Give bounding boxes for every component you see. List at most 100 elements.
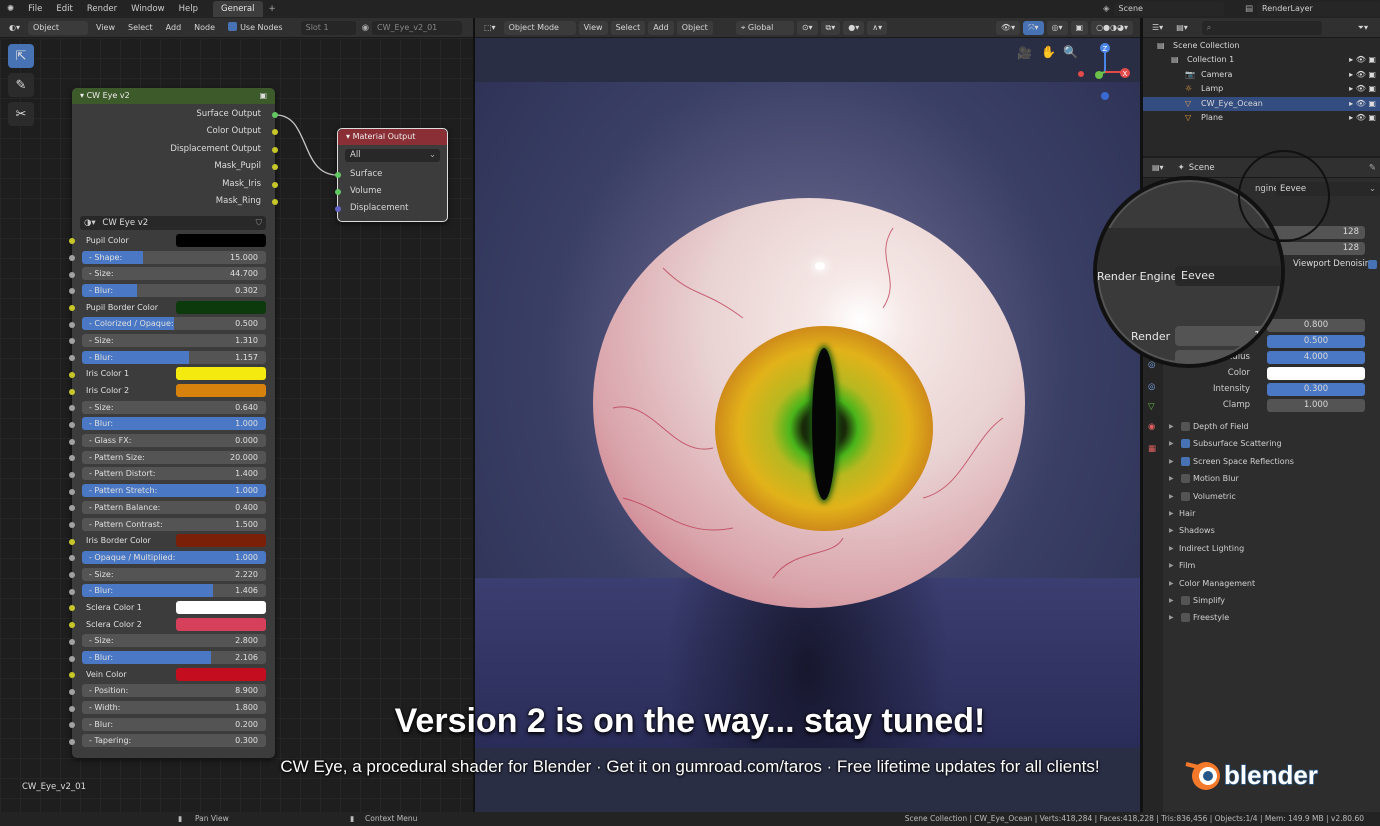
material-output-node[interactable]: ▾ Material Output All ⌄ Surface Volume D… — [335, 128, 448, 222]
panel-header[interactable]: ▶ Motion Blur — [1143, 470, 1380, 487]
input-socket[interactable] — [69, 572, 75, 579]
input-socket[interactable] — [69, 655, 75, 662]
input-socket[interactable] — [69, 605, 75, 612]
expand-triangle-icon[interactable]: ▶ — [1169, 470, 1174, 487]
value-slider[interactable]: - Colorized / Opaque: 0.500 — [82, 317, 266, 331]
input-socket[interactable] — [69, 388, 75, 395]
vp-menu-object[interactable]: Object — [676, 20, 713, 35]
input-socket[interactable] — [69, 488, 75, 495]
input-socket[interactable] — [69, 455, 75, 462]
input-socket[interactable] — [69, 672, 75, 679]
expand-triangle-icon[interactable]: ▶ — [1169, 418, 1174, 435]
value-field[interactable]: 1.000 — [1267, 399, 1365, 412]
expand-triangle-icon[interactable]: ▶ — [1169, 540, 1174, 557]
panel-checkbox[interactable] — [1181, 595, 1190, 605]
value-slider[interactable]: - Pattern Balance: 0.400 — [82, 500, 266, 514]
input-socket[interactable] — [69, 522, 75, 529]
output-socket-row[interactable]: Mask_Pupil — [72, 158, 278, 175]
socket-displacement[interactable] — [335, 206, 341, 212]
value-slider[interactable]: - Glass FX: 0.000 — [82, 434, 266, 448]
input-socket[interactable] — [69, 638, 75, 645]
panel-checkbox[interactable] — [1181, 439, 1190, 449]
outliner-item[interactable]: ☼ Lamp ▸ 👁 ▣ — [1143, 82, 1380, 96]
surface-input[interactable]: Surface — [335, 166, 447, 183]
output-socket[interactable] — [272, 181, 278, 188]
panel-header[interactable]: ▶ Shadows — [1143, 522, 1380, 539]
value-slider[interactable]: - Opaque / Multiplied: 1.000 — [82, 550, 266, 564]
color-swatch[interactable] — [176, 600, 266, 614]
display-mode-icon[interactable]: ▤▾ — [1171, 21, 1193, 35]
shading-modes-icon[interactable]: ○●◑◕▾ — [1091, 20, 1133, 35]
color-swatch[interactable] — [176, 300, 266, 314]
viewport-denoising-checkbox[interactable] — [1368, 260, 1377, 269]
add-workspace-icon[interactable]: + — [269, 4, 276, 14]
input-socket[interactable] — [69, 238, 75, 245]
panel-header[interactable]: ▶ Simplify — [1143, 592, 1380, 609]
mode-dropdown[interactable]: Object Mode — [503, 20, 576, 35]
visibility-toggle-icons[interactable]: ▸ 👁 ▣ — [1349, 53, 1376, 67]
color-swatch[interactable] — [176, 534, 266, 548]
value-slider[interactable]: - Pattern Contrast: 1.500 — [82, 517, 266, 531]
value-slider[interactable]: - Size: 1.310 — [82, 333, 266, 347]
outliner-type-icon[interactable]: ☰▾ — [1147, 21, 1168, 35]
falloff-icon[interactable]: ∧▾ — [867, 20, 888, 35]
expand-triangle-icon[interactable]: ▶ — [1169, 453, 1174, 470]
menu-help[interactable]: Help — [172, 0, 205, 18]
input-socket[interactable] — [69, 622, 75, 629]
color-swatch[interactable] — [176, 233, 266, 247]
value-slider[interactable]: - Pattern Size: 20.000 — [82, 450, 266, 464]
input-socket[interactable] — [69, 588, 75, 595]
value-slider[interactable]: - Blur: 1.406 — [82, 584, 266, 598]
scene-field[interactable]: Scene — [1113, 2, 1224, 16]
color-swatch[interactable] — [176, 367, 266, 381]
input-socket[interactable] — [69, 421, 75, 428]
value-slider[interactable]: - Size: 0.640 — [82, 400, 266, 414]
camera-view-icon[interactable]: 🎥 — [1017, 46, 1032, 60]
value-slider[interactable]: - Size: 2.220 — [82, 567, 266, 581]
view-object-types-icon[interactable]: 👁▾ — [995, 20, 1021, 35]
viewport-editor-type-icon[interactable]: ⬚▾ — [479, 21, 501, 35]
input-socket[interactable] — [69, 538, 75, 545]
input-socket[interactable] — [69, 305, 75, 312]
panel-header[interactable]: ▶ Hair — [1143, 505, 1380, 522]
input-socket[interactable] — [69, 505, 75, 512]
expand-triangle-icon[interactable]: ▶ — [1169, 575, 1174, 592]
input-socket[interactable] — [69, 471, 75, 478]
node-group-icon[interactable]: ▣ — [259, 88, 267, 104]
value-slider[interactable]: - Blur: 2.106 — [82, 651, 266, 665]
expand-triangle-icon[interactable]: ▶ — [1169, 522, 1174, 539]
material-output-header[interactable]: ▾ Material Output — [338, 129, 447, 145]
output-socket-row[interactable]: Displacement Output — [72, 141, 278, 158]
value-field[interactable]: 0.500 — [1267, 335, 1365, 348]
input-socket[interactable] — [69, 438, 75, 445]
input-socket[interactable] — [69, 255, 75, 262]
panel-checkbox[interactable] — [1181, 491, 1190, 501]
outliner-item[interactable]: ▤ Collection 1 ▸ 👁 ▣ — [1143, 53, 1380, 67]
3d-viewport[interactable]: ⬚▾ Object Mode View Select Add Object ⌖ … — [475, 18, 1140, 812]
color-swatch[interactable] — [176, 617, 266, 631]
node-editor[interactable]: ◐▾ Object View Select Add Node Use Nodes… — [0, 18, 473, 812]
pivot-icon[interactable]: ⊙▾ — [796, 20, 818, 35]
gizmo-toggle-icon[interactable]: ⤧▾ — [1023, 20, 1044, 35]
output-socket-row[interactable]: Color Output — [72, 123, 278, 140]
menu-render[interactable]: Render — [80, 0, 124, 18]
panel-checkbox[interactable] — [1181, 456, 1190, 466]
input-socket[interactable] — [69, 355, 75, 362]
outliner-search-input[interactable]: ⌕ — [1201, 20, 1322, 35]
pan-hand-icon[interactable]: ✋ — [1041, 45, 1056, 59]
input-socket[interactable] — [69, 688, 75, 695]
properties-type-icon[interactable]: ▤▾ — [1147, 161, 1169, 175]
outliner-item[interactable]: ▤ Scene Collection — [1143, 39, 1380, 53]
input-socket[interactable] — [69, 271, 75, 278]
vp-menu-add[interactable]: Add — [648, 20, 674, 35]
cw-eye-group-node[interactable]: ▾ CW Eye v2 ▣ Surface Output Color Output… — [69, 88, 278, 758]
expand-triangle-icon[interactable]: ▶ — [1169, 505, 1174, 522]
snap-icon[interactable]: ⧉▾ — [820, 20, 841, 35]
expand-triangle-icon[interactable]: ▶ — [1169, 592, 1174, 609]
visibility-toggle-icons[interactable]: ▸ 👁 ▣ — [1349, 111, 1376, 125]
panel-header[interactable]: ▶ Depth of Field — [1143, 418, 1380, 435]
panel-header[interactable]: ▶ Volumetric — [1143, 488, 1380, 505]
outliner-item[interactable]: 📷 Camera ▸ 👁 ▣ — [1143, 68, 1380, 82]
xray-icon[interactable]: ▣ — [1070, 20, 1089, 35]
renderlayer-selector[interactable]: ▤ RenderLayer — [1245, 2, 1380, 16]
